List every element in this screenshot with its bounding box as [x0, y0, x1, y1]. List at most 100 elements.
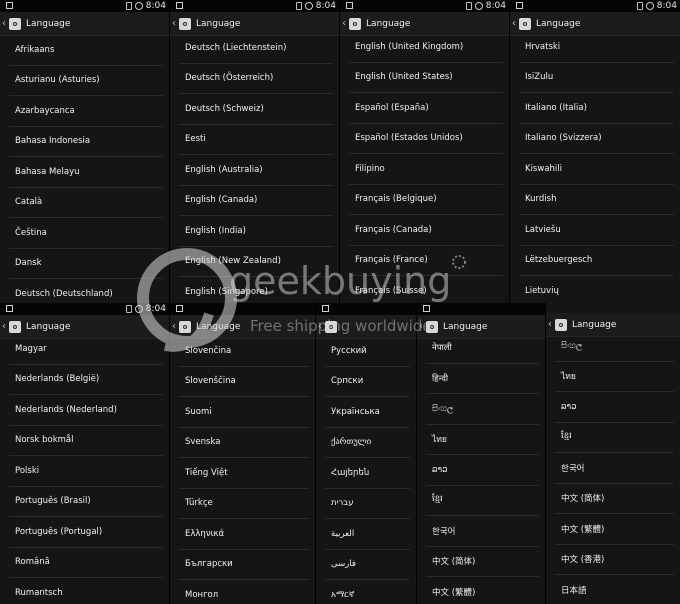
settings-gear-icon[interactable]: [9, 320, 21, 333]
language-item[interactable]: Čeština: [9, 218, 163, 249]
back-chevron-icon[interactable]: ‹: [419, 321, 425, 332]
language-item[interactable]: සිංහල: [426, 394, 539, 425]
language-item[interactable]: Français (France): [349, 246, 503, 276]
settings-gear-icon[interactable]: [519, 17, 531, 30]
language-item[interactable]: Français (Canada): [349, 215, 503, 246]
language-item[interactable]: Монгол: [179, 580, 309, 604]
language-item[interactable]: Italiano (Svizzera): [519, 124, 674, 154]
back-chevron-icon[interactable]: ‹: [512, 18, 518, 29]
back-chevron-icon[interactable]: ‹: [548, 319, 554, 330]
language-item[interactable]: Kiswahili: [519, 154, 674, 185]
settings-gear-icon[interactable]: [179, 320, 191, 333]
settings-gear-icon[interactable]: [9, 17, 21, 30]
language-item[interactable]: Español (Estados Unidos): [349, 124, 503, 154]
back-chevron-icon[interactable]: ‹: [172, 18, 178, 29]
settings-gear-icon[interactable]: [426, 320, 438, 333]
language-item[interactable]: Rumantsch: [9, 578, 163, 604]
language-item[interactable]: English (Canada): [179, 186, 333, 216]
back-chevron-icon[interactable]: ‹: [342, 18, 348, 29]
language-item[interactable]: Kurdish: [519, 185, 674, 215]
language-item[interactable]: فارسی: [325, 550, 410, 580]
language-item[interactable]: ខ្មែរ: [426, 486, 539, 516]
language-item[interactable]: ქართული: [325, 428, 410, 458]
language-item[interactable]: Հայերեն: [325, 458, 410, 489]
language-item[interactable]: Ελληνικά: [179, 519, 309, 550]
language-item[interactable]: 日本語: [555, 575, 674, 604]
language-item[interactable]: ไทย: [426, 425, 539, 455]
language-item[interactable]: 中文 (香港): [555, 545, 674, 575]
settings-gear-icon[interactable]: [179, 17, 191, 30]
language-item[interactable]: Deutsch (Liechtenstein): [179, 33, 333, 64]
language-item[interactable]: 한국어: [426, 516, 539, 547]
back-chevron-icon[interactable]: ‹: [172, 321, 178, 332]
language-item[interactable]: Tiếng Việt: [179, 458, 309, 489]
language-item[interactable]: Português (Brasil): [9, 487, 163, 517]
language-item[interactable]: 中文 (简体): [555, 484, 674, 514]
language-item[interactable]: 中文 (简体): [426, 547, 539, 577]
language-item[interactable]: Polski: [9, 456, 163, 487]
language-item[interactable]: English (United States): [349, 63, 503, 93]
language-item[interactable]: Bahasa Indonesia: [9, 127, 163, 157]
language-item[interactable]: Українська: [325, 397, 410, 428]
language-item[interactable]: Eesti: [179, 125, 333, 155]
back-chevron-icon[interactable]: ‹: [2, 18, 8, 29]
language-item[interactable]: Magyar: [9, 334, 163, 365]
language-item[interactable]: Azarbaycanca: [9, 96, 163, 127]
language-item[interactable]: Norsk bokmål: [9, 426, 163, 456]
language-item[interactable]: Lietuvių: [519, 276, 674, 303]
language-item[interactable]: Asturianu (Asturies): [9, 66, 163, 96]
language-item[interactable]: Français (Suisse): [349, 276, 503, 303]
language-item[interactable]: Français (Belgique): [349, 185, 503, 215]
back-chevron-icon[interactable]: ‹: [2, 321, 8, 332]
language-item[interactable]: Türkçe: [179, 489, 309, 519]
language-item[interactable]: ລາວ: [426, 455, 539, 486]
action-bar[interactable]: ‹ Language: [0, 12, 169, 36]
language-item[interactable]: Nederlands (Nederland): [9, 395, 163, 426]
language-item[interactable]: አማርኛ: [325, 580, 410, 604]
language-item[interactable]: Deutsch (Schweiz): [179, 94, 333, 125]
language-item[interactable]: Filipino: [349, 154, 503, 185]
language-item[interactable]: IsiZulu: [519, 63, 674, 93]
language-item[interactable]: Hrvatski: [519, 32, 674, 63]
language-item[interactable]: ລາວ: [555, 392, 674, 423]
language-item[interactable]: Svenska: [179, 428, 309, 458]
language-item[interactable]: Deutsch (Deutschland): [9, 279, 163, 303]
language-item[interactable]: 中文 (繁體): [555, 514, 674, 545]
language-item[interactable]: Català: [9, 188, 163, 218]
language-item[interactable]: English (Singapore): [179, 277, 333, 303]
language-item[interactable]: ខ្មែរ: [555, 423, 674, 453]
language-item[interactable]: English (New Zealand): [179, 247, 333, 277]
language-item[interactable]: ไทย: [555, 362, 674, 392]
language-item[interactable]: Български: [179, 550, 309, 580]
language-item[interactable]: עברית: [325, 489, 410, 519]
settings-gear-icon[interactable]: [349, 17, 361, 30]
settings-gear-icon[interactable]: [325, 320, 337, 333]
language-item[interactable]: Lëtzebuergesch: [519, 246, 674, 276]
language-item[interactable]: Русский: [325, 336, 410, 367]
language-item[interactable]: नेपाली: [426, 333, 539, 364]
settings-gear-icon[interactable]: [555, 318, 567, 331]
language-item[interactable]: Suomi: [179, 397, 309, 428]
language-item[interactable]: العربية: [325, 519, 410, 550]
language-item[interactable]: Slovenčina: [179, 336, 309, 367]
language-item[interactable]: हिन्दी: [426, 364, 539, 394]
language-item[interactable]: English (United Kingdom): [349, 32, 503, 63]
language-item[interactable]: Nederlands (België): [9, 365, 163, 395]
language-item[interactable]: Italiano (Italia): [519, 93, 674, 124]
language-item[interactable]: 한국어: [555, 453, 674, 484]
language-item[interactable]: Slovenščina: [179, 367, 309, 397]
language-item[interactable]: 中文 (繁體): [426, 577, 539, 604]
language-item[interactable]: Português (Portugal): [9, 517, 163, 548]
back-chevron-icon[interactable]: ‹: [318, 321, 324, 332]
language-item[interactable]: English (Australia): [179, 155, 333, 186]
language-item[interactable]: Српски: [325, 367, 410, 397]
language-item[interactable]: Bahasa Melayu: [9, 157, 163, 188]
language-item[interactable]: Deutsch (Österreich): [179, 64, 333, 94]
language-item[interactable]: Latviešu: [519, 215, 674, 246]
language-item[interactable]: English (India): [179, 216, 333, 247]
language-item[interactable]: Español (España): [349, 93, 503, 124]
language-item[interactable]: Română: [9, 548, 163, 578]
language-item[interactable]: Dansk: [9, 249, 163, 279]
language-item[interactable]: සිංහල: [555, 331, 674, 362]
language-item[interactable]: Afrikaans: [9, 35, 163, 66]
